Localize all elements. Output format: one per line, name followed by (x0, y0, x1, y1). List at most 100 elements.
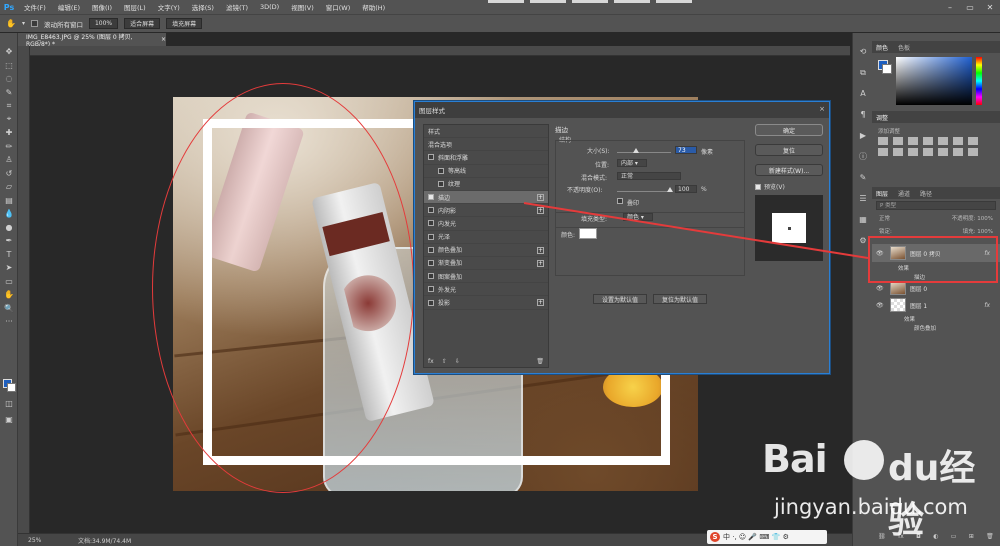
quick-mask-icon[interactable]: ◫ (0, 397, 18, 411)
tab-layers[interactable]: 图层 (876, 189, 888, 198)
layer-fill[interactable]: 填充: 100% (963, 227, 993, 236)
history-brush-tool-icon[interactable]: ↺ (0, 167, 18, 181)
trash-icon[interactable]: 🗑 (536, 358, 544, 365)
libraries-panel-icon[interactable]: ☰ (853, 188, 873, 209)
effect-checkbox[interactable] (428, 194, 434, 201)
zoom-tool-icon[interactable]: 🔍 (0, 302, 18, 316)
lasso-tool-icon[interactable]: ◌ (0, 72, 18, 86)
zoom-readout[interactable]: 25% (18, 537, 58, 544)
reset-default-button[interactable]: 复位为默认值 (653, 294, 707, 304)
link-layers-icon[interactable]: ⛓ (878, 533, 886, 540)
posterize-icon[interactable] (953, 148, 963, 156)
ok-button[interactable]: 确定 (755, 124, 823, 136)
brightness-icon[interactable] (878, 137, 888, 145)
blur-tool-icon[interactable]: 💧 (0, 207, 18, 221)
preview-toggle[interactable]: 预览(V) (755, 182, 823, 191)
layer-filter-input[interactable]: P 类型 (876, 201, 996, 210)
effect-checkbox[interactable] (428, 286, 434, 293)
marquee-tool-icon[interactable]: ⬚ (0, 59, 18, 73)
invert-icon[interactable] (938, 148, 948, 156)
dialog-close-icon[interactable]: × (819, 105, 825, 113)
effect-item[interactable]: 等高线 (424, 165, 548, 178)
document-size-readout[interactable]: 文档:34.9M/74.4M (78, 536, 131, 545)
effect-item[interactable]: 图案叠加 (424, 270, 548, 284)
stroke-color-swatch[interactable] (579, 228, 597, 239)
swatch-panel-icon[interactable]: ▦ (853, 209, 873, 230)
move-tool-icon[interactable]: ✥ (0, 45, 18, 59)
fx-badge-icon[interactable]: fx (984, 302, 990, 309)
zoom-100-button[interactable]: 100% (88, 18, 119, 29)
set-default-button[interactable]: 设置为默认值 (593, 294, 647, 304)
tab-color[interactable]: 颜色 (876, 43, 888, 52)
curves-icon[interactable] (908, 137, 918, 145)
color-lookup-icon[interactable] (923, 148, 933, 156)
tab-paths[interactable]: 路径 (920, 189, 932, 198)
add-effect-instance-icon[interactable]: + (537, 259, 544, 267)
brush-panel-icon[interactable]: ✎ (853, 167, 873, 188)
menu-window[interactable]: 窗口(W) (320, 2, 357, 12)
preview-checkbox[interactable] (755, 183, 761, 190)
effect-item[interactable]: 渐变叠加 + (424, 257, 548, 271)
horizontal-ruler[interactable] (30, 46, 850, 56)
effect-checkbox[interactable] (428, 207, 434, 214)
effect-item[interactable]: 内发光 (424, 217, 548, 231)
pen-tool-icon[interactable]: ✒ (0, 234, 18, 248)
add-effect-instance-icon[interactable]: + (537, 207, 544, 215)
effect-checkbox[interactable] (428, 154, 434, 161)
sogou-logo-icon[interactable]: S (710, 532, 720, 542)
effect-checkbox[interactable] (428, 220, 434, 227)
blend-mode-select[interactable]: 正常 (617, 172, 681, 180)
effect-item[interactable]: 描边 + (424, 190, 548, 205)
eyedropper-tool-icon[interactable]: ⌖ (0, 113, 18, 127)
close-icon[interactable]: ✕ (980, 0, 1000, 14)
properties-panel-icon[interactable]: ⧉ (853, 62, 873, 83)
menu-view[interactable]: 视图(V) (285, 2, 320, 12)
more-tools-icon[interactable]: ··· (0, 315, 18, 329)
levels-icon[interactable] (893, 137, 903, 145)
exposure-icon[interactable] (923, 137, 933, 145)
effect-checkbox[interactable] (428, 246, 434, 253)
move-down-icon[interactable]: ⇩ (455, 358, 460, 365)
quick-select-tool-icon[interactable]: ✎ (0, 86, 18, 100)
fit-screen-button[interactable]: 适合屏幕 (124, 18, 161, 29)
layer-opacity[interactable]: 不透明度: 100% (952, 214, 993, 223)
menu-select[interactable]: 选择(S) (186, 2, 220, 12)
color-balance-icon[interactable] (968, 137, 978, 145)
actions-panel-icon[interactable]: ▶ (853, 125, 873, 146)
hue-sat-icon[interactable] (953, 137, 963, 145)
move-up-icon[interactable]: ⇧ (442, 358, 447, 365)
character-panel-icon[interactable]: A (853, 83, 873, 104)
effect-item[interactable]: 纹理 (424, 178, 548, 191)
size-slider-knob[interactable] (633, 148, 639, 153)
tab-swatches[interactable]: 色板 (898, 43, 910, 52)
close-document-icon[interactable]: × (161, 36, 166, 43)
blend-options-item[interactable]: 混合选项 (424, 138, 548, 152)
menu-image[interactable]: 图像(I) (86, 2, 118, 12)
effect-checkbox[interactable] (438, 180, 444, 187)
bw-icon[interactable] (878, 148, 888, 156)
reset-button[interactable]: 复位 (755, 144, 823, 156)
background-color-swatch[interactable] (7, 383, 16, 392)
styles-item[interactable]: 样式 (424, 125, 548, 139)
vertical-ruler[interactable] (18, 46, 30, 536)
threshold-icon[interactable] (968, 148, 978, 156)
menu-filter[interactable]: 滤镜(T) (220, 2, 254, 12)
menu-help[interactable]: 帮助(H) (356, 2, 391, 12)
brush-tool-icon[interactable]: ✏ (0, 140, 18, 154)
menu-3d[interactable]: 3D(D) (254, 3, 285, 11)
document-tab[interactable]: IMG_E8463.JPG @ 25% (图层 0 拷贝, RGB/8*) * … (18, 33, 166, 48)
screen-mode-icon[interactable]: ▣ (0, 413, 18, 427)
opacity-slider-track[interactable] (617, 191, 671, 192)
effect-item[interactable]: 斜面和浮雕 (424, 151, 548, 165)
visibility-eye-icon[interactable]: 👁 (876, 302, 886, 309)
gradient-tool-icon[interactable]: ▤ (0, 194, 18, 208)
opacity-slider-knob[interactable] (667, 187, 673, 192)
minimize-icon[interactable]: – (940, 0, 960, 14)
new-style-button[interactable]: 新建样式(W)... (755, 164, 823, 176)
effect-item[interactable]: 颜色叠加 + (424, 244, 548, 257)
add-effect-instance-icon[interactable]: + (537, 246, 544, 254)
eraser-tool-icon[interactable]: ▱ (0, 180, 18, 194)
add-effect-instance-icon[interactable]: + (537, 193, 544, 201)
effect-item[interactable]: 投影 + (424, 296, 548, 310)
menu-layer[interactable]: 图层(L) (118, 2, 152, 12)
